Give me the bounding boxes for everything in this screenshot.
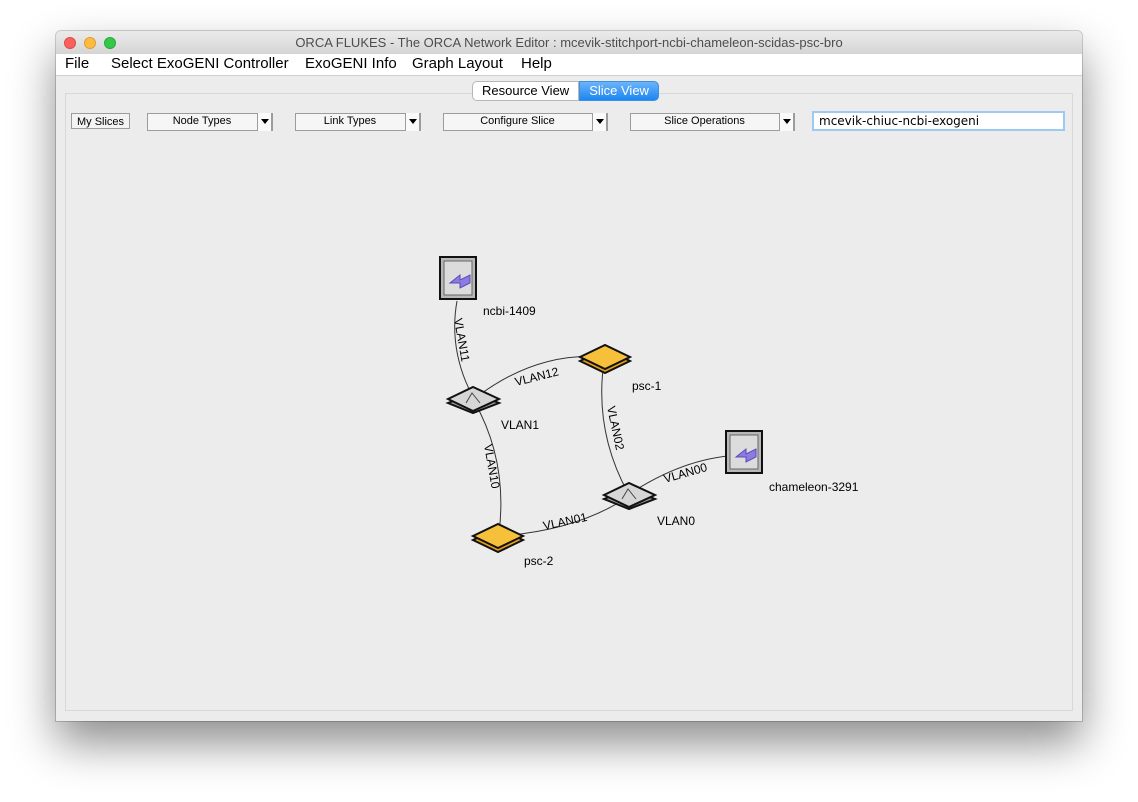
node-label-psc1: psc-1 bbox=[632, 379, 662, 393]
node-label-chameleon: chameleon-3291 bbox=[769, 480, 859, 494]
node-label-psc2: psc-2 bbox=[524, 554, 554, 568]
vlan-switch-vlan0[interactable] bbox=[601, 481, 658, 511]
stitchport-node-chameleon[interactable] bbox=[725, 430, 763, 474]
vlan-switch-vlan1[interactable] bbox=[445, 385, 502, 415]
compute-node-psc2[interactable] bbox=[470, 522, 526, 554]
app-window: ORCA FLUKES - The ORCA Network Editor : … bbox=[56, 31, 1082, 721]
edge-label-vlan11: VLAN11 bbox=[451, 317, 472, 363]
compute-node-psc1[interactable] bbox=[577, 343, 633, 375]
edge-label-vlan00: VLAN00 bbox=[662, 460, 709, 486]
edge-label-vlan12: VLAN12 bbox=[513, 364, 560, 388]
node-label-ncbi: ncbi-1409 bbox=[483, 304, 536, 318]
node-label-vlan0: VLAN0 bbox=[657, 514, 695, 528]
node-label-vlan1: VLAN1 bbox=[501, 418, 539, 432]
edge-label-vlan01: VLAN01 bbox=[542, 510, 589, 533]
stitchport-node-ncbi[interactable] bbox=[439, 256, 477, 300]
edge-label-vlan02: VLAN02 bbox=[604, 405, 627, 452]
edge-label-vlan10: VLAN10 bbox=[481, 443, 503, 490]
slice-graph[interactable]: VLAN11 VLAN12 VLAN02 VLAN10 VLAN01 VLAN0… bbox=[56, 31, 1082, 721]
graph-edges bbox=[454, 300, 745, 537]
